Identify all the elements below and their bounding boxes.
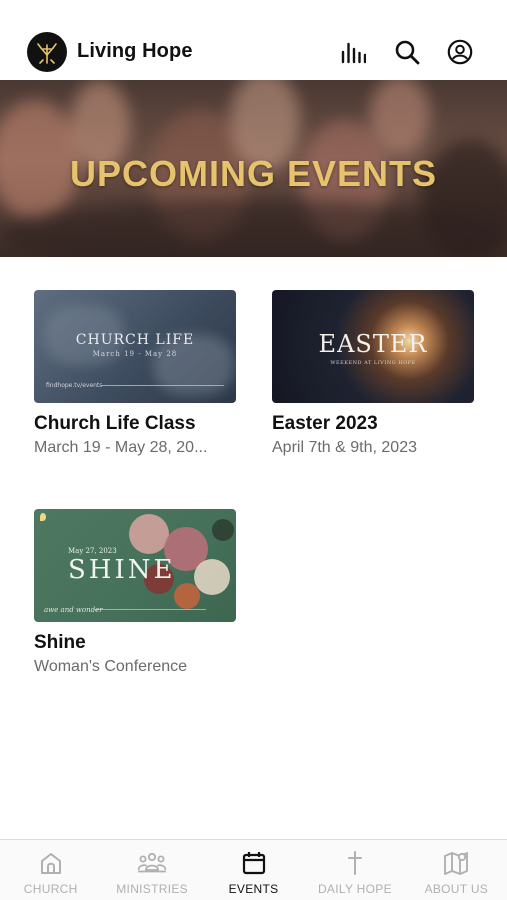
app-header: Living Hope — [0, 0, 507, 80]
event-card[interactable]: May 27, 2023 SHINE awe and wonder Shine … — [34, 509, 236, 676]
thumb-title: SHINE — [68, 555, 176, 585]
app-name: Living Hope — [77, 40, 193, 62]
event-title: Easter 2023 — [272, 413, 378, 434]
tab-label: MINISTRIES — [116, 882, 188, 896]
event-card[interactable]: CHURCH LIFE March 19 - May 28 findhope.t… — [34, 290, 236, 457]
map-icon — [444, 852, 469, 875]
thumb-divider — [102, 385, 224, 386]
event-thumbnail: EASTER WEEKEND AT LIVING HOPE — [272, 290, 474, 403]
event-subtitle: March 19 - May 28, 20... — [34, 439, 208, 456]
event-title: Shine — [34, 632, 86, 653]
thumb-date: May 27, 2023 — [68, 547, 117, 555]
event-thumbnail: May 27, 2023 SHINE awe and wonder — [34, 509, 236, 622]
upcoming-events-banner: UPCOMING EVENTS — [0, 80, 507, 257]
thumb-title: CHURCH LIFE — [75, 332, 195, 348]
logo-tree-icon — [37, 43, 57, 64]
hero-title: UPCOMING EVENTS — [69, 153, 438, 194]
search-icon[interactable] — [393, 38, 421, 66]
tab-label: ABOUT US — [424, 882, 489, 896]
tab-ministries[interactable]: MINISTRIES — [101, 840, 202, 900]
bottom-tab-bar: CHURCH MINISTRIES EVENTS DAILY HOPE ABOU… — [0, 839, 507, 900]
event-title: Church Life Class — [34, 413, 196, 434]
tab-label: DAILY HOPE — [317, 882, 392, 896]
thumb-dates: March 19 - May 28 — [92, 350, 178, 358]
event-subtitle: Woman's Conference — [34, 658, 188, 675]
butterfly-icon — [40, 513, 46, 521]
tab-events[interactable]: EVENTS — [203, 840, 304, 900]
tab-daily-hope[interactable]: DAILY HOPE — [304, 840, 405, 900]
tab-church[interactable]: CHURCH — [0, 840, 101, 900]
calendar-icon — [242, 852, 265, 875]
thumb-title: EASTER — [318, 330, 428, 358]
event-thumbnail: CHURCH LIFE March 19 - May 28 findhope.t… — [34, 290, 236, 403]
tab-label: EVENTS — [228, 882, 279, 896]
tree-cross-logo-icon[interactable] — [27, 32, 67, 72]
thumb-tagline: awe and wonder — [44, 606, 103, 614]
tab-label: CHURCH — [23, 882, 78, 896]
account-icon[interactable] — [446, 38, 474, 66]
event-card[interactable]: EASTER WEEKEND AT LIVING HOPE Easter 202… — [272, 290, 474, 457]
thumb-caption: WEEKEND AT LIVING HOPE — [330, 360, 416, 366]
tab-about-us[interactable]: ABOUT US — [406, 840, 507, 900]
thumb-divider — [94, 609, 206, 610]
cross-icon — [347, 851, 362, 875]
church-icon — [40, 853, 61, 874]
equalizer-icon[interactable] — [339, 38, 367, 66]
people-icon — [137, 852, 167, 873]
event-subtitle: April 7th & 9th, 2023 — [272, 439, 417, 456]
thumb-footer: findhope.tv/events — [46, 382, 103, 389]
